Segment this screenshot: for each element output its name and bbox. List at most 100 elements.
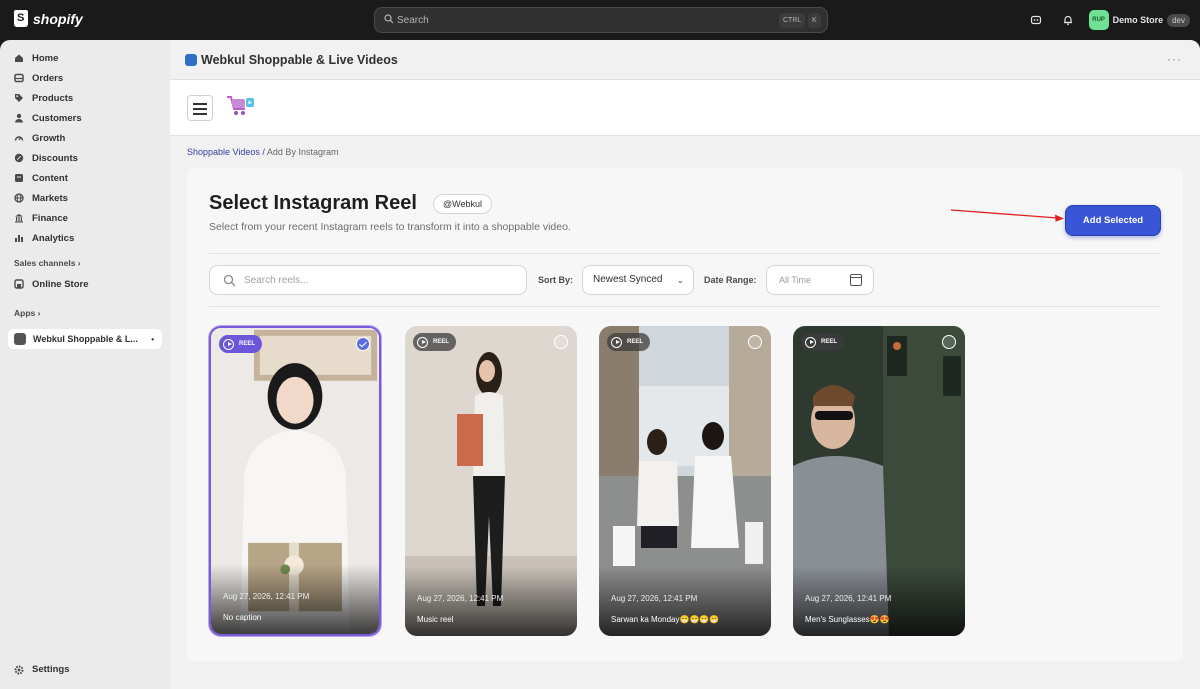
sidebar-item-settings[interactable]: Settings [14,664,69,675]
top-bar: shopify Search CTRL K RUP Demo Store dev [0,0,1200,40]
calendar-icon[interactable] [850,274,862,286]
reel-card[interactable]: REEL Aug 27, 2026, 12:41 PM Music reel [405,326,577,636]
sidebar-item-label: Webkul Shoppable & L... [33,334,138,344]
reel-badge: REEL [219,335,263,353]
sidebar-item-markets[interactable]: Markets [14,190,68,206]
reel-select-checkbox[interactable] [554,335,568,349]
sidebar-item-content[interactable]: Content [14,170,68,186]
app-header: Webkul Shoppable & Live Videos ··· [170,40,1200,80]
apps-label: Apps [14,308,36,318]
sidebar-item-orders[interactable]: Orders [14,70,63,86]
sidebar-item-label: Content [32,172,68,184]
sidebar-item-home[interactable]: Home [14,50,58,66]
sidebar-item-label: Online Store [32,278,89,290]
main-content: Webkul Shoppable & Live Videos ··· Shopp… [170,40,1200,689]
reel-badge-label: REEL [821,339,838,345]
apps-heading[interactable]: Apps › [14,308,40,318]
play-icon [417,336,428,348]
divider [209,253,1161,254]
date-range-label: Date Range: [704,275,757,285]
sidebar-item-growth[interactable]: Growth [14,130,65,146]
page-subtitle: Select from your recent Instagram reels … [209,221,571,233]
store-name[interactable]: Demo Store [1113,15,1164,25]
shortcut-k: K [808,13,821,28]
more-actions-icon[interactable]: ··· [1167,52,1182,66]
sidebar-item-discounts[interactable]: Discounts [14,150,78,166]
sidebar-item-label: Markets [32,192,68,204]
reel-caption: Men's Sunglasses😍😍 [805,615,890,624]
dot-icon: • [151,334,154,344]
search-icon [223,274,236,287]
play-icon [805,336,816,348]
search-placeholder: Search [397,15,429,26]
reel-search-placeholder: Search reels... [244,275,309,286]
sidebar-item-webkul-app[interactable]: Webkul Shoppable & L... • [8,329,162,349]
shopify-logo[interactable]: shopify [14,10,83,27]
gauge-icon [14,136,24,141]
reel-select-checkbox[interactable] [942,335,956,349]
assistant-icon[interactable] [1025,9,1047,31]
reel-card[interactable]: REEL Aug 27, 2026, 12:41 PM No caption [209,326,381,636]
person-icon [15,113,23,123]
sidebar-item-label: Growth [32,132,66,144]
reel-badge: REEL [801,333,845,351]
app-icon [14,333,26,345]
reel-card[interactable]: REEL Aug 27, 2026, 12:41 PM Men's Sungla… [793,326,965,636]
play-icon [223,338,234,350]
reel-search-input[interactable]: Search reels... [209,265,527,295]
breadcrumb-link-shoppable-videos[interactable]: Shoppable Videos / [187,147,265,157]
sidebar-item-label: Settings [32,664,70,675]
store-icon [14,279,24,289]
sidebar-item-online-store[interactable]: Online Store [14,276,88,292]
reel-date: Aug 27, 2026, 12:41 PM [611,594,698,603]
gear-icon [14,665,24,674]
sidebar-item-label: Analytics [32,232,75,244]
bell-icon[interactable] [1057,9,1079,31]
sidebar-item-label: Products [32,92,74,104]
orders-icon [14,73,24,83]
date-range-value: All Time [779,275,812,285]
sidebar-item-products[interactable]: Products [14,90,73,106]
reel-badge-label: REEL [433,339,450,345]
app-toolbar [170,80,1200,136]
hamburger-line [193,108,207,110]
reel-select-checkbox[interactable] [356,337,370,351]
search-icon [384,14,394,24]
chevron-down-icon: ⌄ [676,275,684,285]
sidebar-item-label: Discounts [32,152,78,164]
shopify-bag-icon [14,10,28,27]
menu-button[interactable] [187,95,213,121]
reel-badge-label: REEL [627,339,644,345]
globe-icon [14,193,24,203]
divider [209,306,1161,307]
sidebar-item-customers[interactable]: Customers [14,110,82,126]
reel-selection-card: Select Instagram Reel @Webkul Select fro… [187,168,1183,661]
page-title: Select Instagram Reel [209,192,417,214]
app-title: Webkul Shoppable & Live Videos [201,53,398,67]
reel-caption: Music reel [417,615,454,624]
breadcrumb: Shoppable Videos / Add By Instagram [187,147,338,157]
breadcrumb-current: Add By Instagram [266,147,339,157]
sidebar-item-finance[interactable]: Finance [14,210,68,226]
store-avatar[interactable]: RUP [1088,10,1109,30]
dev-badge: dev [1167,13,1190,27]
reel-select-checkbox[interactable] [748,335,762,349]
chevron-right-icon: › [77,258,81,268]
sidebar-item-analytics[interactable]: Analytics [14,230,74,246]
global-search[interactable]: Search CTRL K [374,7,828,33]
reel-card[interactable]: REEL Aug 27, 2026, 12:41 PM Sarwan ka Mo… [599,326,771,636]
cart-logo-icon [227,96,254,115]
sort-select[interactable]: Newest Synced ⌄ [582,265,694,295]
reel-date: Aug 27, 2026, 12:41 PM [223,592,310,601]
sales-channels-heading[interactable]: Sales channels › [14,258,81,268]
sort-by-label: Sort By: [538,275,574,285]
webkul-app-icon [185,54,197,66]
discount-icon [14,153,24,163]
hamburger-line [193,103,207,105]
tag-icon [15,94,23,102]
date-range-input[interactable]: All Time [766,265,874,295]
reel-caption: Sarwan ka Monday😁😁😁😁 [611,615,720,624]
sidebar-item-label: Finance [32,212,68,224]
add-selected-button[interactable]: Add Selected [1065,205,1161,236]
reel-badge-label: REEL [239,341,256,347]
